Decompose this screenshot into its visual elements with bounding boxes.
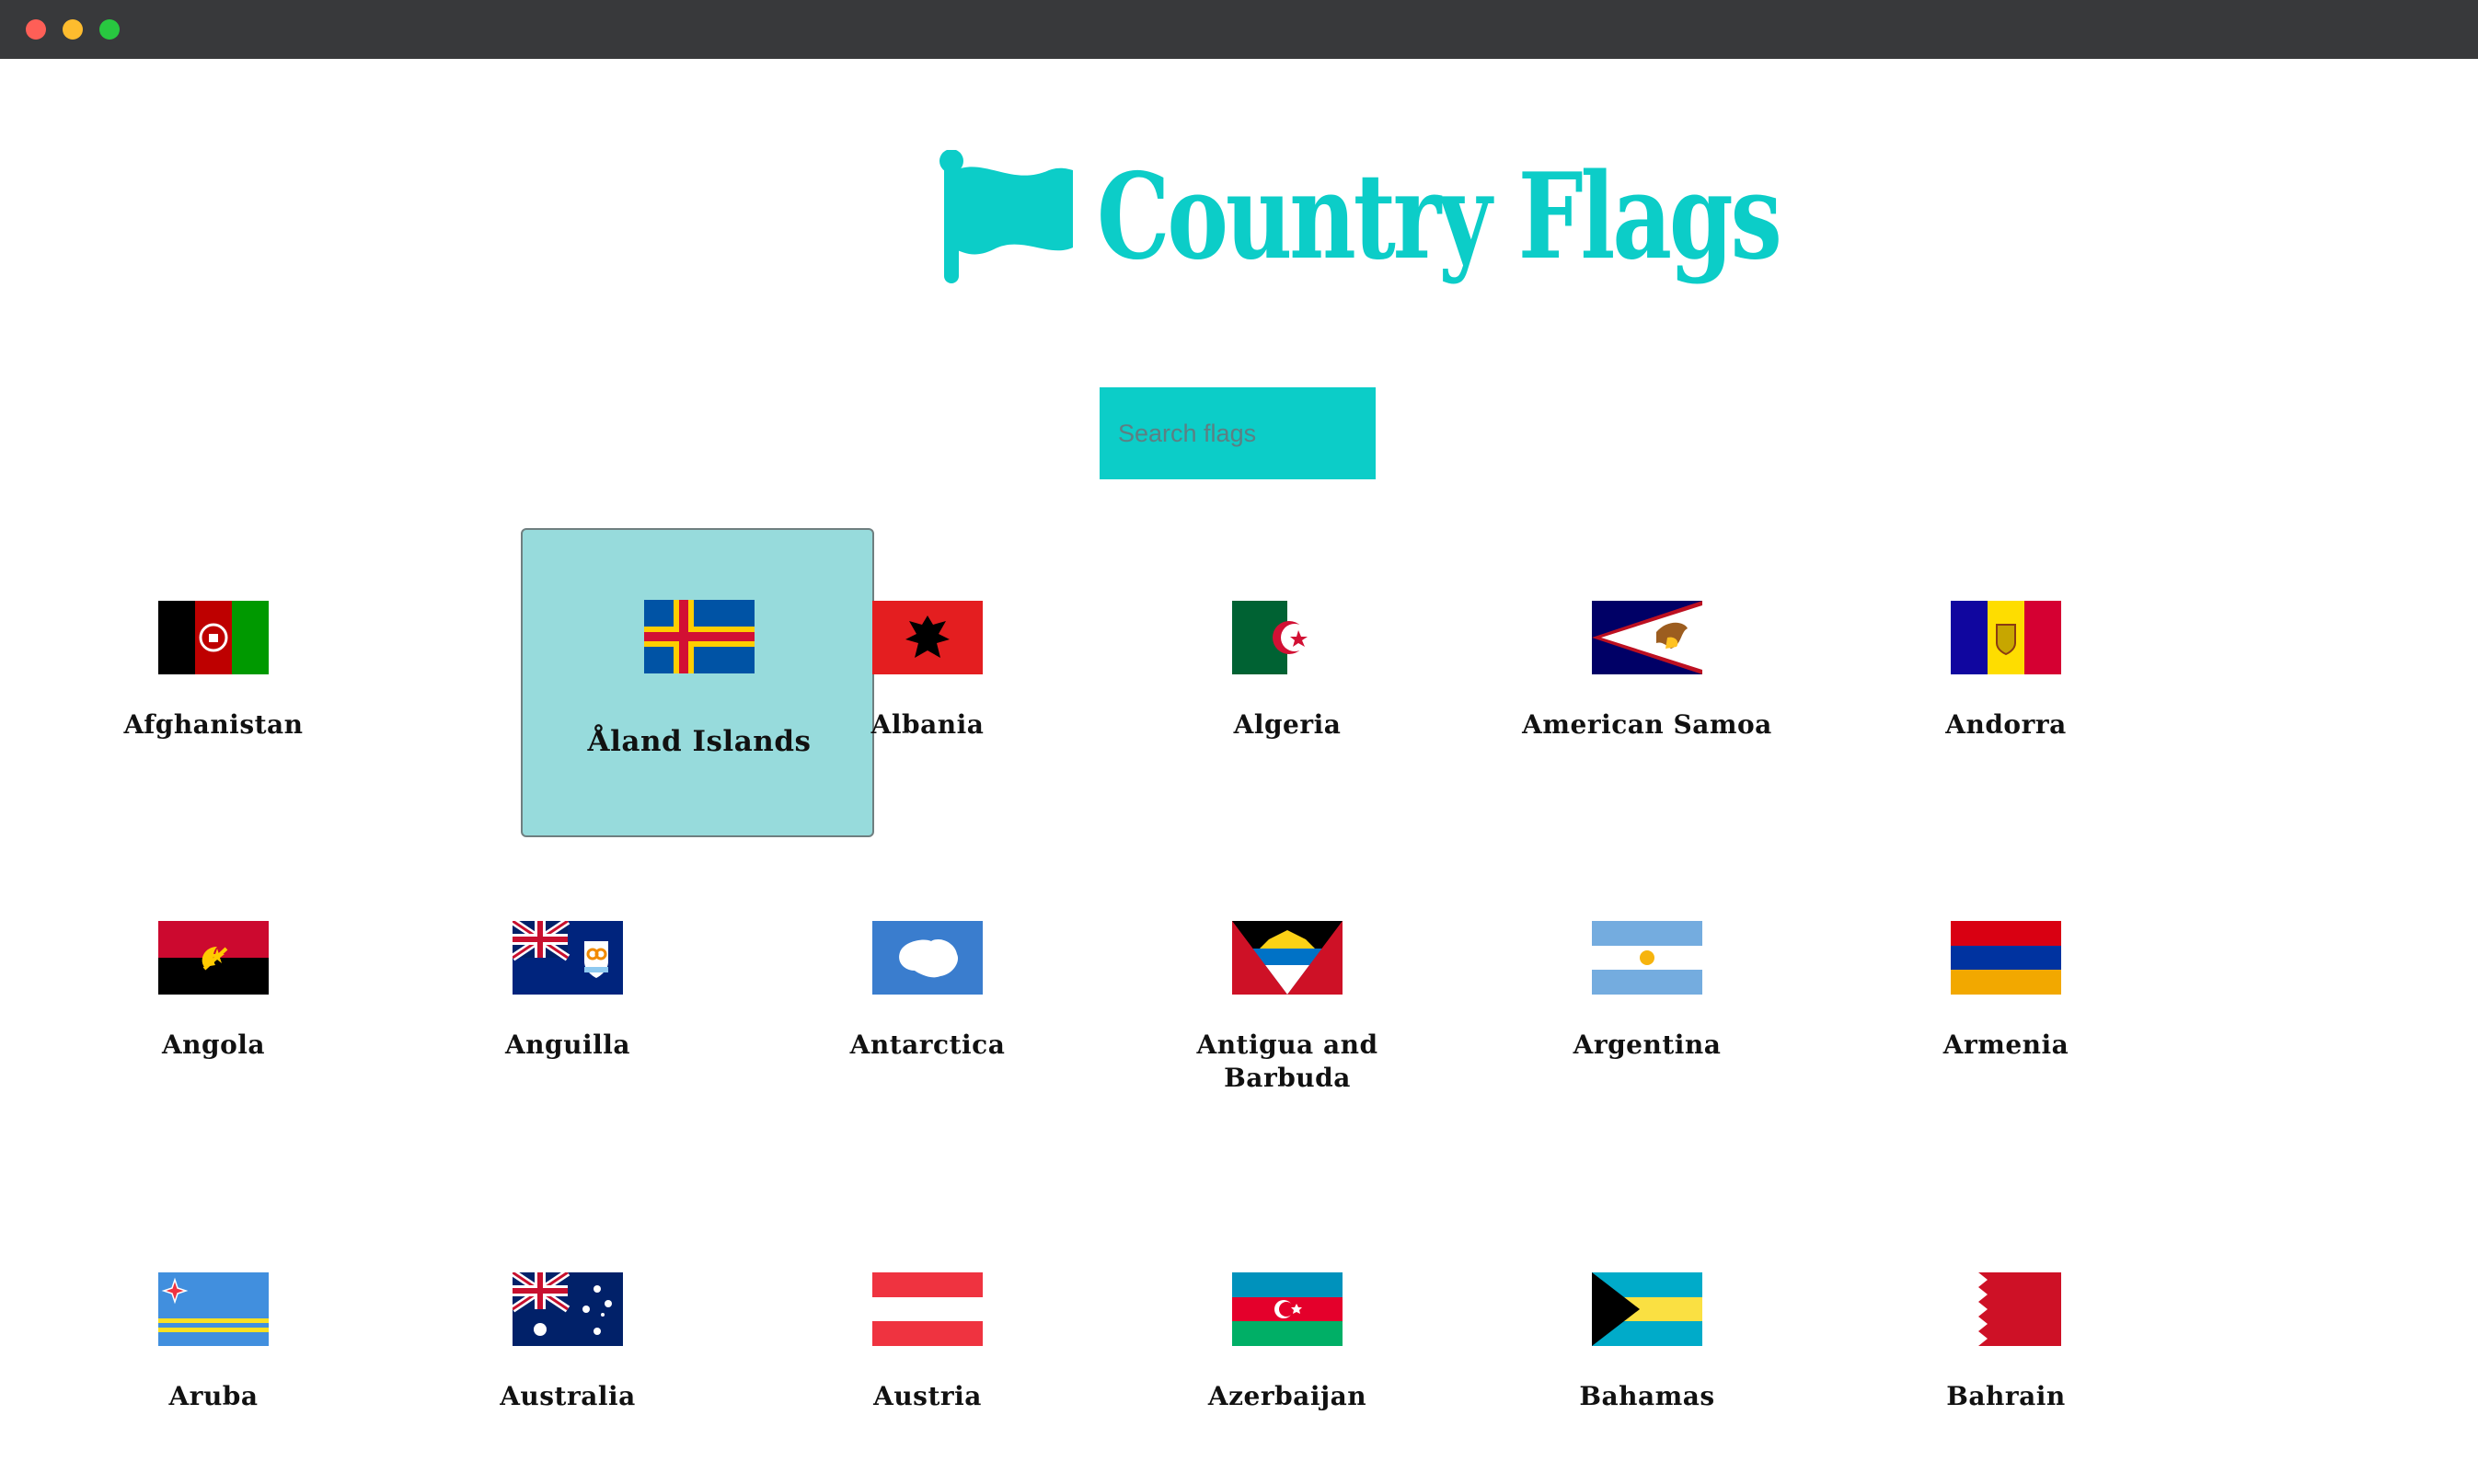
flag-ax-icon: [644, 600, 755, 673]
flag-bs-icon: [1592, 1272, 1702, 1346]
country-name: Afghanistan: [123, 709, 304, 740]
country-name: Antigua and Barbuda: [1196, 1030, 1378, 1093]
country-card[interactable]: Antigua and Barbuda: [1111, 857, 1464, 1133]
flag-am-icon: [1951, 921, 2061, 995]
country-card[interactable]: Bahrain: [1829, 1208, 2183, 1484]
country-card[interactable]: Antarctica: [751, 857, 1104, 1133]
flag-aq-icon: [872, 921, 983, 995]
window-titlebar: [0, 0, 2478, 59]
country-card[interactable]: Angola: [37, 857, 390, 1133]
flag-at-icon: [872, 1272, 983, 1346]
country-name: Andorra: [1945, 709, 2067, 740]
country-card[interactable]: Aruba: [37, 1208, 390, 1484]
flag-al-icon: [872, 601, 983, 674]
country-name: Armenia: [1942, 1030, 2069, 1060]
logo-title: Country Flags: [1097, 148, 1782, 286]
flag-af-icon: [158, 601, 269, 674]
country-name: Austria: [873, 1381, 982, 1411]
country-name: Bahrain: [1946, 1381, 2066, 1411]
search-input[interactable]: [1100, 387, 1376, 479]
country-card[interactable]: Armenia: [1829, 857, 2183, 1133]
country-card[interactable]: Argentina: [1470, 857, 1824, 1133]
country-card[interactable]: Afghanistan: [37, 536, 390, 812]
country-card[interactable]: Anguilla: [391, 857, 744, 1133]
flag-as-icon: [1592, 601, 1702, 674]
site-logo: Country Flags: [939, 143, 1782, 299]
country-name: Aruba: [168, 1381, 259, 1411]
flag-ad-icon: [1951, 601, 2061, 674]
country-name: Angola: [161, 1030, 266, 1060]
country-card[interactable]: Azerbaijan: [1111, 1208, 1464, 1484]
country-card[interactable]: Algeria: [1111, 536, 1464, 812]
flag-ao-icon: [158, 921, 269, 995]
flag-aw-icon: [158, 1272, 269, 1346]
country-card[interactable]: Andorra: [1829, 536, 2183, 812]
flag-bh-icon: [1951, 1272, 2061, 1346]
country-name: Albania: [870, 709, 985, 740]
flag-ag-icon: [1232, 921, 1343, 995]
maximize-window-button[interactable]: [99, 19, 120, 40]
country-name: Australia: [500, 1381, 636, 1411]
country-name: Azerbaijan: [1207, 1381, 1367, 1411]
flag-az-icon: [1232, 1272, 1343, 1346]
country-name: Argentina: [1573, 1030, 1722, 1060]
flag-au-icon: [513, 1272, 623, 1346]
country-name: Antarctica: [849, 1030, 1006, 1060]
flag-ai-icon: [513, 921, 623, 995]
flag-dz-icon: [1232, 601, 1343, 674]
country-name: Bahamas: [1579, 1381, 1715, 1411]
close-window-button[interactable]: [26, 19, 46, 40]
country-card[interactable]: Albania: [751, 536, 1104, 812]
country-card[interactable]: Austria: [751, 1208, 1104, 1484]
flag-ar-icon: [1592, 921, 1702, 995]
country-card[interactable]: Australia: [391, 1208, 744, 1484]
flag-icon: [939, 149, 1077, 292]
country-name: Anguilla: [504, 1030, 631, 1060]
country-name: Algeria: [1233, 709, 1342, 740]
country-card[interactable]: Bahamas: [1470, 1208, 1824, 1484]
country-name: American Samoa: [1522, 709, 1772, 740]
minimize-window-button[interactable]: [63, 19, 83, 40]
country-card[interactable]: American Samoa: [1470, 536, 1824, 812]
